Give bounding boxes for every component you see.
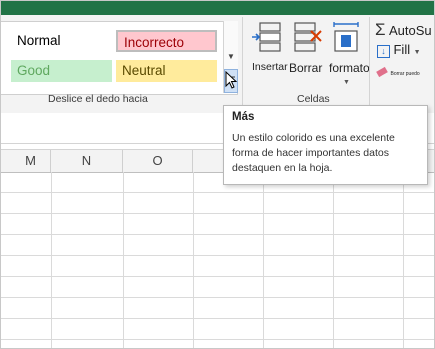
autosum-icon: Σ [375,20,386,39]
column-header[interactable]: N [51,150,123,172]
format-cells-icon [333,22,359,52]
style-neutral[interactable]: Neutral [116,60,217,82]
delete-label: Borrar [289,61,323,75]
insert-button[interactable]: Insertar [250,19,288,87]
fill-button[interactable]: ↓ Fill ▼ [377,42,421,58]
excel-window: s Normal Incorrecto Good Neutral ▼ Desli… [0,0,435,349]
insert-label: Insertar [252,61,288,73]
column-header[interactable]: O [123,150,193,172]
fill-dropdown-icon: ▼ [413,49,421,56]
column-header[interactable]: M [1,150,51,172]
insert-cells-icon [252,22,281,52]
clear-button[interactable]: Borrar puedo [376,64,420,78]
tooltip-body: Un estilo colorido es una excelente form… [232,132,395,174]
mouse-cursor-icon [225,71,238,89]
grid-line [51,172,52,348]
tooltip-title: Más [232,111,255,123]
eraser-icon [376,66,388,78]
group-separator [369,17,370,109]
autosum-button[interactable]: Σ AutoSu [375,20,432,40]
grid-line [263,172,264,348]
cell-styles-gallery[interactable]: Normal Incorrecto Good Neutral [1,21,238,95]
grid-line [403,172,404,348]
title-bar [1,1,434,15]
ribbon: s Normal Incorrecto Good Neutral ▼ Desli… [1,15,434,114]
scroll-up-icon[interactable] [224,21,238,45]
group-separator [242,17,243,109]
delete-cells-icon [294,22,322,52]
fill-icon: ↓ [377,45,390,58]
more-styles-tooltip: Más Un estilo colorido es una excelente … [223,105,428,185]
format-label: formato [329,61,370,75]
format-dropdown-icon: ▼ [343,79,350,86]
clear-label: Borrar puedo [390,71,420,77]
grid-line [333,172,334,348]
fill-label: Fill [393,42,411,57]
style-good[interactable]: Good [11,60,112,82]
delete-button[interactable]: Borrar [289,19,329,87]
style-incorrecto[interactable]: Incorrecto [116,30,217,52]
scroll-down-icon[interactable]: ▼ [224,45,238,69]
styles-group-label: Deslice el dedo hacia [48,93,148,105]
format-button[interactable]: formato ▼ [329,19,370,87]
grid-line [123,172,124,348]
style-normal[interactable]: Normal [11,30,109,52]
cells-group-label: Celdas [297,93,330,105]
grid-line [193,172,194,348]
cell-grid[interactable] [1,172,434,348]
autosum-label: AutoSu [389,23,432,38]
